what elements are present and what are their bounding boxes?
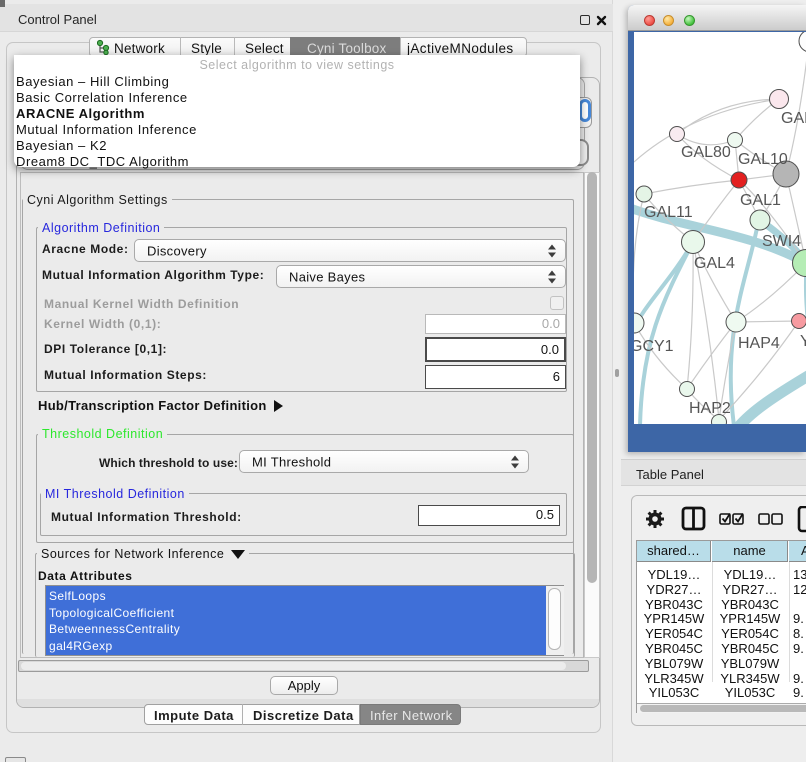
- svg-text:GAL11: GAL11: [644, 204, 693, 221]
- svg-text:SWI4: SWI4: [762, 233, 801, 250]
- svg-text:GAL10: GAL10: [738, 151, 788, 168]
- svg-text:HAP2: HAP2: [689, 400, 731, 417]
- svg-text:HAP4: HAP4: [738, 335, 780, 352]
- svg-text:GAL: GAL: [781, 110, 806, 127]
- svg-text:GCY1: GCY1: [634, 338, 674, 355]
- svg-text:Y: Y: [800, 333, 806, 350]
- svg-text:GAL1: GAL1: [740, 192, 781, 209]
- svg-text:GAL4: GAL4: [694, 255, 735, 272]
- svg-text:GAL80: GAL80: [681, 144, 731, 161]
